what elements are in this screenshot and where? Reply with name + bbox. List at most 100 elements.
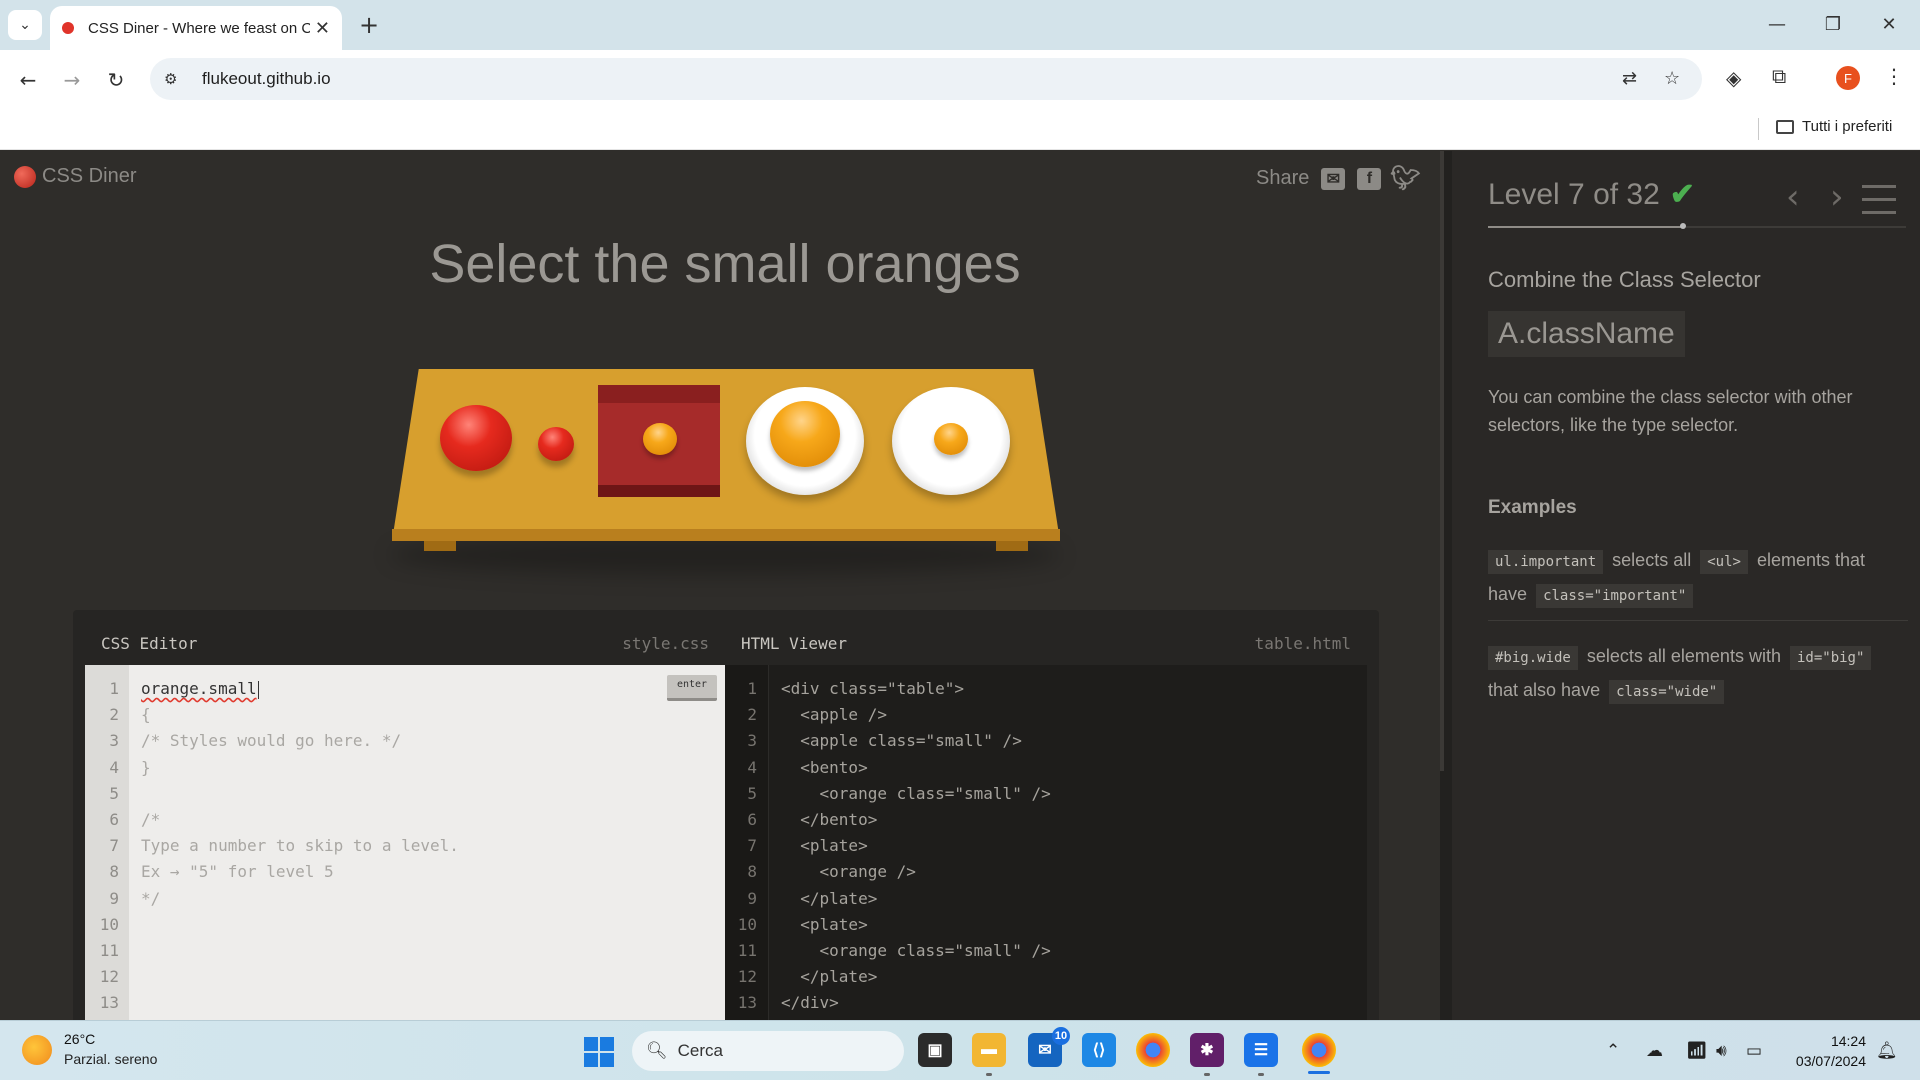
css-code-line: /* bbox=[141, 810, 161, 829]
site-logo[interactable]: CSS Diner bbox=[14, 165, 136, 188]
bookmark-star-icon[interactable]: ☆ bbox=[1664, 68, 1680, 89]
chrome-profile-icon[interactable] bbox=[1302, 1033, 1336, 1067]
facebook-icon[interactable]: f bbox=[1357, 167, 1382, 190]
orange-on-plate[interactable] bbox=[770, 401, 840, 467]
html-code-line: <orange /> bbox=[781, 862, 916, 882]
volume-icon[interactable]: 🔊︎ bbox=[1716, 1041, 1727, 1061]
chrome-icon[interactable] bbox=[1136, 1033, 1170, 1067]
notepad-icon[interactable]: ☰ bbox=[1244, 1033, 1278, 1067]
css-line-number: 6 bbox=[109, 810, 119, 829]
search-icon: 🔍︎ bbox=[646, 1041, 668, 1060]
site-info-icon[interactable]: ⚙ bbox=[164, 70, 190, 88]
reload-button[interactable]: ↻ bbox=[100, 64, 132, 96]
css-file-name: style.css bbox=[622, 633, 709, 653]
css-selector-input[interactable]: orange.small bbox=[141, 679, 259, 699]
chevron-up-icon[interactable]: ⌃ bbox=[1606, 1041, 1620, 1061]
mail-app-icon[interactable]: ✉ 10 bbox=[1028, 1027, 1070, 1067]
chevron-down-icon: ⌄ bbox=[19, 17, 31, 33]
selector-hint: You can combine the class selector with … bbox=[1488, 387, 1853, 435]
start-windows-icon[interactable] bbox=[584, 1037, 614, 1067]
example-attr: class="wide" bbox=[1609, 680, 1725, 704]
vscode-icon[interactable]: ⟨⟩ bbox=[1082, 1033, 1116, 1067]
apple[interactable] bbox=[440, 405, 512, 471]
onedrive-icon[interactable]: ☁ bbox=[1646, 1041, 1663, 1061]
html-line-number: 12 bbox=[737, 967, 757, 987]
level-menu-icon[interactable] bbox=[1862, 185, 1896, 224]
extensions-puzzle-icon[interactable]: ⧉ bbox=[1772, 64, 1786, 88]
small-orange-in-bento[interactable] bbox=[643, 423, 677, 455]
enter-button[interactable]: enter bbox=[667, 675, 717, 701]
bookmarks-divider bbox=[1758, 118, 1759, 140]
example-2: #big.wide selects all elements with id="… bbox=[1488, 639, 1908, 707]
minimize-button[interactable]: — bbox=[1754, 8, 1800, 40]
back-button[interactable]: ← bbox=[12, 64, 44, 96]
css-line-number: 2 bbox=[109, 705, 119, 725]
slack-icon[interactable]: ✱ bbox=[1190, 1033, 1224, 1067]
html-file-name: table.html bbox=[1254, 633, 1351, 653]
previous-level-icon[interactable]: ‹ bbox=[1786, 177, 1800, 217]
example-text: selects all bbox=[1612, 550, 1692, 570]
email-icon[interactable]: ✉ bbox=[1321, 167, 1346, 190]
editor-panel: CSS Editor style.css HTML Viewer table.h… bbox=[73, 610, 1379, 1020]
taskbar-search[interactable]: 🔍︎ Cerca bbox=[632, 1031, 904, 1071]
bento-base bbox=[598, 485, 720, 497]
small-apple[interactable] bbox=[538, 427, 574, 461]
selector-name: Combine the Class Selector bbox=[1488, 267, 1761, 292]
checkmark-icon: ✔ bbox=[1669, 178, 1695, 211]
html-code-line: <plate> bbox=[781, 836, 868, 856]
table-shadow bbox=[390, 535, 1060, 575]
css-line-number: 11 bbox=[99, 941, 119, 960]
text-cursor bbox=[257, 680, 259, 699]
css-line-number: 12 bbox=[99, 967, 119, 987]
example-text: that also have bbox=[1488, 680, 1601, 700]
level-progress-marker bbox=[1680, 223, 1687, 229]
browser-tab[interactable]: CSS Diner - Where we feast on CSS Select… bbox=[50, 6, 342, 50]
url-text: flukeout.github.io bbox=[202, 69, 331, 88]
html-line-number: 6 bbox=[747, 810, 757, 829]
favicon-icon bbox=[62, 22, 74, 34]
bookmarks-folder[interactable]: Tutti i preferiti bbox=[1776, 118, 1892, 135]
next-level-icon[interactable]: › bbox=[1830, 177, 1844, 217]
system-clock[interactable]: 14:24 03/07/2024 bbox=[1786, 1031, 1866, 1071]
address-bar[interactable]: ⚙ flukeout.github.io ⇄ ☆ bbox=[150, 58, 1702, 100]
file-explorer-icon[interactable]: ▬ bbox=[972, 1033, 1006, 1067]
html-line-number: 13 bbox=[737, 993, 757, 1013]
new-tab-button[interactable]: + bbox=[354, 10, 384, 40]
css-code-line: { bbox=[141, 705, 151, 725]
html-line-number: 5 bbox=[747, 783, 757, 803]
example-code: #big.wide bbox=[1488, 646, 1578, 670]
restore-button[interactable]: ❐ bbox=[1810, 8, 1856, 40]
weather-icon[interactable] bbox=[22, 1035, 52, 1065]
html-code-line: </plate> bbox=[781, 967, 878, 987]
menu-kebab-icon[interactable]: ⋮ bbox=[1884, 64, 1904, 88]
twitter-icon[interactable]: 🐦︎ bbox=[1390, 165, 1420, 192]
task-view-icon[interactable]: ▣ bbox=[918, 1033, 952, 1067]
html-code-line: <apple /> bbox=[781, 705, 887, 725]
translate-icon[interactable]: ⇄ bbox=[1622, 68, 1637, 89]
profile-avatar[interactable]: F bbox=[1836, 66, 1860, 90]
notification-bell-icon[interactable]: 🔔︎ bbox=[1876, 1041, 1898, 1061]
web-page: CSS Diner Share ✉ f 🐦︎ Select the small … bbox=[0, 151, 1920, 1020]
html-line-number: 8 bbox=[747, 862, 757, 882]
html-code-line: <apple class="small" /> bbox=[781, 731, 1022, 751]
css-editor[interactable]: enter 1 2 3 4 5 6 7 8 9 10 11 12 13 orange.small{/* S… bbox=[85, 665, 725, 1020]
tab-search-button[interactable]: ⌄ bbox=[8, 10, 42, 40]
forward-button[interactable]: → bbox=[56, 64, 88, 96]
small-orange-on-plate[interactable] bbox=[934, 423, 968, 455]
logo-text: CSS Diner bbox=[42, 165, 137, 187]
html-line-number: 7 bbox=[747, 836, 757, 856]
html-viewer[interactable]: 1 2 3 4 5 6 7 8 9 10 11 12 13 <div class="table"> <ap… bbox=[725, 665, 1367, 1020]
html-code-line: <orange class="small" /> bbox=[781, 941, 1051, 960]
weather-description[interactable]: Parzial. sereno bbox=[64, 1051, 157, 1067]
close-tab-icon[interactable]: ✕ bbox=[315, 18, 330, 39]
wifi-icon[interactable]: 📶︎ bbox=[1686, 1041, 1708, 1061]
logo-dot-icon bbox=[14, 165, 36, 188]
battery-icon[interactable]: ▭ bbox=[1746, 1041, 1762, 1061]
extension-app-icon[interactable]: ◈ bbox=[1726, 66, 1741, 90]
weather-temperature[interactable]: 26°C bbox=[64, 1031, 95, 1047]
running-indicator bbox=[986, 1073, 992, 1076]
example-text: selects all elements with bbox=[1586, 646, 1781, 666]
close-window-button[interactable]: ✕ bbox=[1866, 8, 1912, 40]
scrollbar[interactable] bbox=[1440, 151, 1444, 771]
html-line-number: 11 bbox=[737, 941, 757, 960]
